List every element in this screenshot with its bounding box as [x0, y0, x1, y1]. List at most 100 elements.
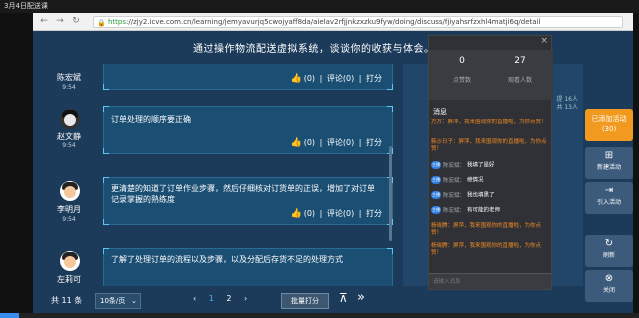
post-actions: 👍 (0) | 评论(0) | 打分 — [290, 74, 383, 84]
total-count: 共 11 条 — [51, 296, 83, 305]
arrow-left-icon[interactable]: ← — [39, 16, 49, 26]
author-name: 陈宏斌 — [57, 73, 81, 82]
pager: ‹ 1 2 › — [193, 294, 257, 303]
chat-message: 方方：屏萍，我来围观你的直播啦，为你点赞！ — [431, 119, 547, 125]
page-1[interactable]: 1 — [209, 294, 214, 303]
author-name: 左莉可 — [57, 275, 81, 284]
close-icon: ⊗ — [604, 273, 614, 284]
author-name: 李明月 — [57, 205, 81, 214]
comment-link[interactable]: 评论(0) — [327, 209, 354, 218]
viewers-count: 27 — [514, 56, 526, 66]
bulk-score-button[interactable]: 批量打分 — [281, 293, 329, 309]
message-text: 有可能的老师 — [467, 207, 501, 214]
list-item: 李明月 9:54 更清楚的知道了订单作业步骤，然后仔细核对订货单的正误，增加了对… — [43, 177, 393, 238]
post-time: 9:54 — [62, 142, 76, 149]
chevron-down-icon: ⌄ — [131, 297, 137, 305]
new-activity-label: 新建活动 — [596, 164, 621, 171]
likes-count: 0 — [459, 56, 465, 66]
added-activities-label: 已添加活动 — [591, 115, 627, 123]
message-text: 继情况 — [467, 177, 484, 184]
message-list: 方方：屏萍，我来围观你的直播啦，为你点赞！ 韩沙日子：屏萍，我来围观你的直播啦，… — [431, 119, 551, 269]
host-badge: 主播 — [431, 206, 441, 214]
avatar — [60, 109, 80, 129]
prev-page-button[interactable]: ‹ — [193, 294, 196, 303]
chat-message: 主播 陈宏斌： 有可能的老师 — [431, 206, 551, 215]
post-text: 订单处理的顺序要正确 — [111, 115, 191, 124]
arrow-right-icon[interactable]: → — [55, 16, 65, 26]
viewers-label: 观看人数 — [507, 77, 532, 84]
message-text: 我也填黑了 — [467, 192, 495, 199]
post-time: 9:54 — [62, 216, 76, 223]
author-name: 赵文静 — [57, 132, 81, 141]
list-item: 赵文静 9:54 订单处理的顺序要正确 👍 (0) | 评论(0) | 打分 — [43, 106, 393, 167]
address-bar[interactable]: 🔒 https://zjy2.icve.com.cn/learning/jemy… — [93, 16, 623, 28]
post-content: 👍 (0) | 评论(0) | 打分 — [103, 64, 393, 90]
post-content: 更清楚的知道了订单作业步骤，然后仔细核对订货单的正误，增加了对订单记录掌握的熟练… — [103, 177, 393, 225]
viewers-stat: 27 观看人数 — [495, 56, 545, 84]
per-page-value: 10条/页 — [100, 297, 126, 305]
url-scheme: https — [108, 18, 127, 26]
score-link[interactable]: 打分 — [366, 209, 382, 218]
video-progress-bar[interactable] — [0, 313, 639, 318]
refresh-icon: ↻ — [604, 238, 614, 249]
like-count: (0) — [303, 74, 316, 83]
message-author: 陈宏斌： — [443, 192, 466, 199]
score-link[interactable]: 打分 — [366, 74, 382, 83]
chat-message: 杨晓腾：屏萍，我来围观你的直播啦，为你点赞！ — [431, 223, 542, 236]
refresh-button[interactable]: ↻ 刷新 — [585, 235, 633, 267]
added-activities-button[interactable]: 已添加活动 (30) — [585, 109, 633, 141]
avatar — [60, 181, 80, 201]
post-text: 更清楚的知道了订单作业步骤，然后仔细核对订货单的正误，增加了对订单记录掌握的熟练… — [111, 184, 375, 204]
like-count: (0) — [303, 138, 316, 147]
plus-icon: ⊞ — [604, 150, 614, 161]
post-time: 9:54 — [62, 84, 76, 91]
lock-icon: 🔒 — [97, 19, 106, 27]
chat-message: 杨晓腾：屏萍，我来围观你的直播啦，为你点赞！ — [431, 243, 542, 256]
list-scrollbar[interactable] — [389, 146, 392, 241]
host-badge: 主播 — [431, 191, 441, 199]
avatar — [60, 251, 80, 271]
like-count: (0) — [303, 209, 316, 218]
live-chat-panel: × 0 点赞数 27 观看人数 消息 方方：屏萍，我来围观你的直播啦，为你点赞！… — [428, 35, 553, 290]
added-activities-count: (30) — [601, 125, 617, 133]
thumbs-up-icon[interactable]: 👍 — [291, 138, 302, 148]
post-text: 了解了处理订单的流程以及步骤，以及分配后存货不足的处理方式 — [111, 255, 343, 264]
messages-title: 消息 — [433, 108, 447, 116]
comment-link[interactable]: 评论(0) — [327, 138, 354, 147]
page-title: 通过操作物流配送虚拟系统，谈谈你的收获与体会。 — [193, 44, 435, 55]
message-author: 陈宏斌： — [443, 207, 466, 214]
host-badge: 主播 — [431, 161, 441, 169]
video-progress-fill — [0, 313, 20, 318]
import-activity-label: 引入活动 — [596, 199, 621, 206]
chat-message: 主播 陈宏斌： 我也填黑了 — [431, 191, 551, 200]
bulk-score-label: 批量打分 — [291, 297, 319, 305]
page-2[interactable]: 2 — [226, 294, 231, 303]
activity-sidebar: 已添加活动 (30) ⊞ 新建活动 ⇥ 引入活动 ↻ 刷新 ⊗ 关闭 — [585, 77, 633, 317]
double-arrow-right-icon[interactable]: » — [357, 290, 365, 305]
chat-input[interactable]: 请输入消息 — [429, 273, 551, 289]
next-page-button[interactable]: › — [244, 294, 247, 303]
score-link[interactable]: 打分 — [366, 138, 382, 147]
thumbs-up-icon[interactable]: 👍 — [291, 209, 302, 219]
close-icon[interactable]: × — [540, 36, 548, 46]
likes-label: 点赞数 — [452, 77, 471, 84]
new-activity-button[interactable]: ⊞ 新建活动 — [585, 147, 633, 179]
chat-message: 主播 陈宏斌： 继情况 — [431, 176, 551, 185]
close-label: 关闭 — [602, 287, 615, 294]
post-actions: 👍 (0) | 评论(0) | 打分 — [290, 138, 383, 148]
stats-bar: 0 点赞数 27 观看人数 — [429, 50, 553, 100]
import-icon: ⇥ — [604, 185, 614, 196]
import-activity-button[interactable]: ⇥ 引入活动 — [585, 182, 633, 214]
scroll-top-icon[interactable]: ⊼ — [339, 291, 348, 305]
desktop-frame: 3月4日配送课 ← → ↻ 🔒 https://zjy2.icve.com.cn… — [0, 0, 639, 318]
post-list: 陈宏斌 9:54 👍 (0) | 评论(0) | 打分 赵文静 9:54 订单处… — [43, 64, 393, 286]
refresh-icon[interactable]: ↻ — [71, 16, 81, 26]
browser-toolbar: ← → ↻ 🔒 https://zjy2.icve.com.cn/learnin… — [33, 13, 633, 31]
url-path: ://zjy2.icve.com.cn/learning/jemyavurjq5… — [126, 18, 541, 26]
close-button[interactable]: ⊗ 关闭 — [585, 270, 633, 302]
list-item: 左莉可 了解了处理订单的流程以及步骤，以及分配后存货不足的处理方式 — [43, 248, 393, 286]
comment-link[interactable]: 评论(0) — [327, 74, 354, 83]
host-badge: 主播 — [431, 176, 441, 184]
per-page-select[interactable]: 10条/页 ⌄ — [95, 293, 141, 309]
thumbs-up-icon[interactable]: 👍 — [291, 74, 302, 84]
